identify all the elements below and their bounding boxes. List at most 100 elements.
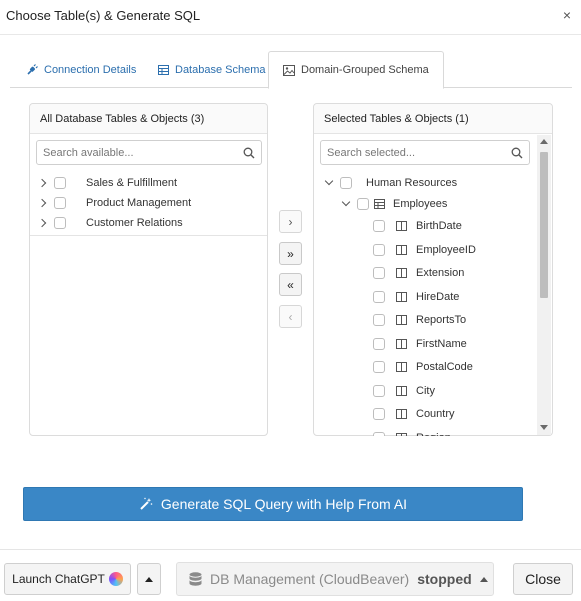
move-all-left-button[interactable]: «	[279, 273, 302, 296]
column-row[interactable]: Extension	[373, 264, 464, 282]
column-label: ReportsTo	[416, 314, 467, 326]
item-label: Customer Relations	[86, 217, 183, 229]
checkbox[interactable]	[54, 197, 66, 209]
column-label: HireDate	[416, 290, 460, 303]
tree-group-row[interactable]: Human Resources	[324, 174, 457, 192]
tab-bar: Connection Details Database Schema Domai…	[10, 51, 572, 89]
image-icon	[283, 64, 295, 76]
search-selected-input[interactable]: Search selected...	[320, 140, 530, 165]
checkbox[interactable]	[54, 177, 66, 189]
column-icon	[396, 432, 407, 436]
column-icon	[396, 268, 407, 278]
table-icon	[158, 64, 169, 75]
tree-table-row[interactable]: Employees	[341, 195, 447, 213]
move-left-button[interactable]: ‹	[279, 305, 302, 328]
scrollbar-thumb[interactable]	[540, 152, 548, 298]
checkbox[interactable]	[54, 217, 66, 229]
selected-tree: Human Resources Employees BirthDate Emplo…	[314, 170, 538, 436]
launch-chatgpt-label: Launch ChatGPT	[12, 572, 105, 586]
checkbox[interactable]	[373, 337, 385, 350]
checkbox[interactable]	[373, 220, 385, 232]
close-icon[interactable]: ×	[563, 7, 571, 23]
plug-icon	[27, 63, 38, 75]
column-label: Country	[416, 408, 455, 420]
checkbox[interactable]	[340, 177, 352, 189]
column-label: Extension	[416, 267, 465, 279]
generate-sql-button[interactable]: Generate SQL Query with Help From AI	[23, 487, 523, 521]
db-management-label: DB Management (CloudBeaver)	[210, 571, 410, 587]
column-label: BirthDate	[416, 220, 462, 232]
selected-objects-panel: Selected Tables & Objects (1) Search sel…	[313, 103, 553, 436]
column-row[interactable]: EmployeeID	[373, 241, 476, 259]
column-row[interactable]: Country	[373, 405, 455, 423]
launch-chatgpt-button[interactable]: Launch ChatGPT	[4, 563, 131, 595]
generate-label: Generate SQL Query with Help From AI	[160, 496, 408, 512]
column-icon	[396, 221, 407, 231]
list-item[interactable]: Customer Relations	[38, 214, 183, 232]
move-right-button[interactable]: ›	[279, 210, 302, 233]
scroll-up-icon[interactable]	[540, 139, 548, 144]
checkbox[interactable]	[357, 198, 369, 210]
column-icon	[396, 315, 407, 325]
selected-panel-header: Selected Tables & Objects (1)	[314, 104, 552, 134]
search-placeholder: Search available...	[43, 146, 134, 159]
checkbox[interactable]	[373, 408, 385, 420]
available-objects-panel: All Database Tables & Objects (3) Search…	[29, 103, 268, 436]
search-available-input[interactable]: Search available...	[36, 140, 262, 165]
column-icon	[396, 385, 407, 396]
column-icon	[396, 291, 407, 302]
checkbox[interactable]	[373, 267, 385, 279]
column-row[interactable]: City	[373, 382, 435, 400]
database-icon	[189, 571, 202, 586]
launch-menu-toggle-button[interactable]	[137, 563, 161, 595]
column-row[interactable]: FirstName	[373, 335, 467, 353]
caret-up-icon	[479, 576, 488, 582]
search-icon	[511, 147, 523, 158]
column-icon	[396, 338, 407, 349]
checkbox[interactable]	[373, 384, 385, 397]
tab-database-schema[interactable]: Database Schema	[144, 51, 280, 88]
column-label: City	[416, 384, 435, 397]
item-label: Sales & Fulfillment	[86, 177, 178, 189]
search-icon	[243, 147, 255, 158]
column-row[interactable]: PostalCode	[373, 358, 473, 376]
chatgpt-logo-icon	[108, 572, 123, 586]
table-label: Employees	[393, 198, 448, 210]
group-label: Human Resources	[366, 177, 458, 189]
chevron-down-icon[interactable]	[341, 199, 351, 209]
chevron-right-icon[interactable]	[38, 178, 48, 188]
chevron-right-icon[interactable]	[38, 198, 48, 208]
item-label: Product Management	[86, 197, 192, 209]
column-label: Region	[416, 432, 451, 437]
checkbox[interactable]	[373, 314, 385, 326]
checkbox[interactable]	[373, 431, 385, 436]
checkbox[interactable]	[373, 290, 385, 303]
scroll-down-icon[interactable]	[540, 425, 548, 430]
column-label: EmployeeID	[416, 243, 476, 256]
column-icon	[396, 362, 407, 372]
magic-wand-icon	[140, 497, 153, 510]
tab-connection-details[interactable]: Connection Details	[12, 51, 150, 88]
column-row[interactable]: HireDate	[373, 288, 459, 306]
list-item[interactable]: Product Management	[38, 194, 191, 212]
dialog-title: Choose Table(s) & Generate SQL	[6, 8, 201, 23]
column-row[interactable]: ReportsTo	[373, 311, 466, 329]
chevron-right-icon[interactable]	[38, 218, 48, 228]
tab-label: Connection Details	[44, 63, 137, 76]
checkbox[interactable]	[373, 361, 385, 373]
search-placeholder: Search selected...	[327, 146, 416, 159]
column-label: PostalCode	[416, 361, 473, 373]
column-row[interactable]: BirthDate	[373, 217, 462, 235]
move-all-right-button[interactable]: »	[279, 242, 302, 265]
scrollbar[interactable]	[537, 135, 551, 435]
tab-domain-grouped-schema[interactable]: Domain-Grouped Schema	[268, 51, 444, 89]
table-icon	[374, 199, 385, 209]
checkbox[interactable]	[373, 243, 385, 256]
available-list: Sales & Fulfillment Product Management C…	[30, 170, 267, 236]
column-row[interactable]: Region	[373, 429, 451, 437]
close-button[interactable]: Close	[513, 563, 573, 595]
chevron-down-icon[interactable]	[324, 178, 334, 188]
db-management-button[interactable]: DB Management (CloudBeaver) stopped	[176, 562, 494, 596]
list-item[interactable]: Sales & Fulfillment	[38, 174, 177, 192]
db-status-label: stopped	[417, 571, 472, 587]
